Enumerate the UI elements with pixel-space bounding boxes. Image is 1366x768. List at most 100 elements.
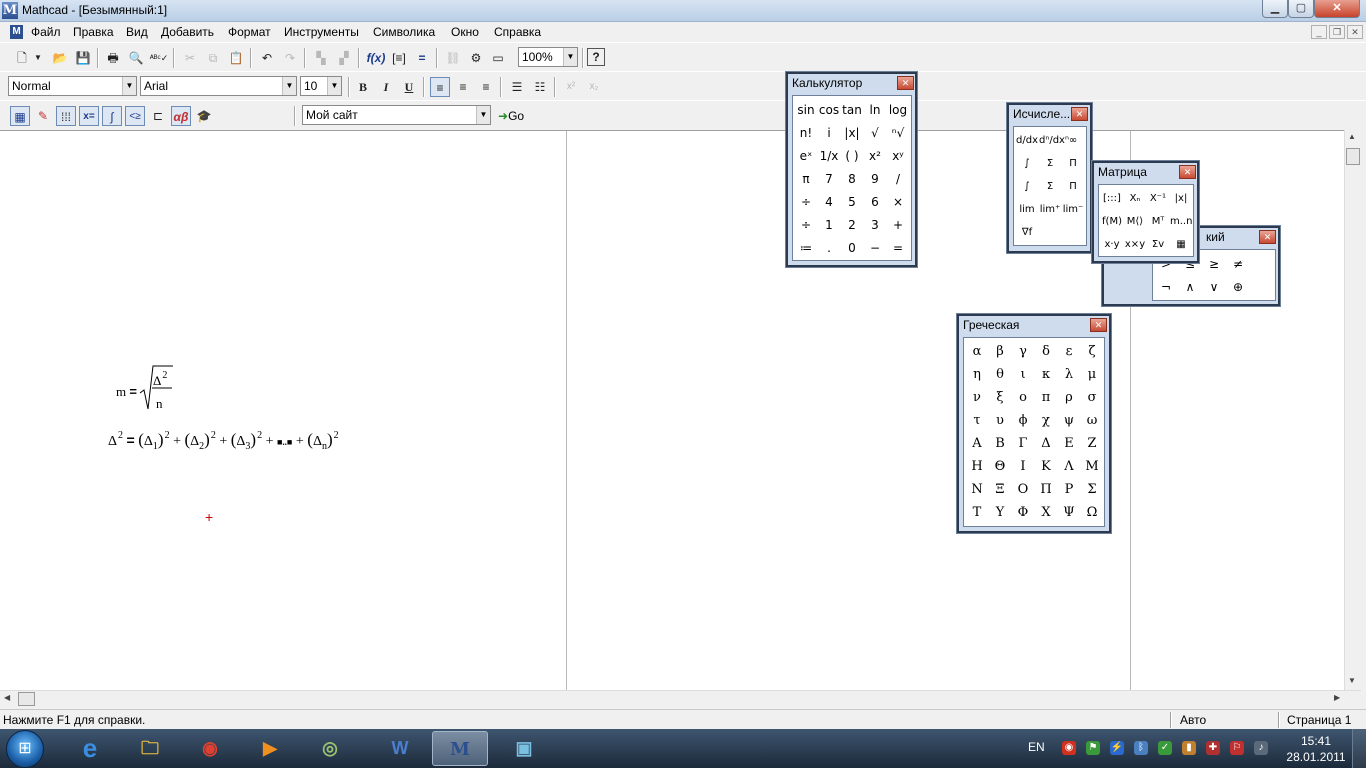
greek-letter-button[interactable]: Υ — [989, 502, 1011, 524]
calculator-button[interactable]: ⁿ√ — [887, 122, 909, 144]
greek-letter-button[interactable]: Ψ — [1058, 502, 1080, 524]
greek-letter-button[interactable]: χ — [1035, 410, 1057, 432]
calculator-button[interactable]: 8 — [841, 168, 863, 190]
greek-letter-button[interactable]: Κ — [1035, 456, 1057, 478]
explorer-folder-icon[interactable]: 🗀 — [122, 731, 178, 766]
system-clock[interactable]: 15:41 28.01.2011 — [1286, 733, 1346, 765]
boolean-close-icon[interactable]: ✕ — [1259, 230, 1276, 244]
greek-toolbar-icon[interactable]: αβ — [171, 106, 191, 126]
calculator-button[interactable]: 1 — [818, 214, 840, 236]
tray-opera-icon[interactable]: ◉ — [1062, 741, 1076, 755]
menu-file[interactable]: Файл — [31, 25, 61, 39]
greek-letter-button[interactable]: Ι — [1012, 456, 1034, 478]
greek-letter-button[interactable]: Θ — [989, 456, 1011, 478]
programming-toolbar-icon[interactable]: ⊏ — [148, 106, 168, 126]
greek-letter-button[interactable]: Λ — [1058, 456, 1080, 478]
greek-letter-button[interactable]: β — [989, 341, 1011, 363]
greek-letter-button[interactable]: θ — [989, 364, 1011, 386]
calculator-button[interactable]: ≔ — [795, 237, 817, 259]
tray-battery-icon[interactable]: ▮ — [1182, 741, 1196, 755]
eye-app-icon[interactable]: ◎ — [302, 731, 358, 766]
calculus-button[interactable]: lim⁺ — [1039, 199, 1061, 221]
greek-letter-button[interactable]: Ο — [1012, 479, 1034, 501]
greek-close-icon[interactable]: ✕ — [1090, 318, 1107, 332]
go-button[interactable]: ➜Go — [498, 106, 524, 126]
scroll-down-icon[interactable]: ▼ — [1348, 676, 1356, 685]
greek-letter-button[interactable]: δ — [1035, 341, 1057, 363]
matrix-button[interactable]: |x| — [1170, 188, 1192, 210]
matrix-button[interactable]: M⟨⟩ — [1124, 211, 1146, 233]
document-icon[interactable]: M — [10, 25, 23, 39]
calculator-button[interactable]: 7 — [818, 168, 840, 190]
matrix-button[interactable]: [:::] — [1101, 188, 1123, 210]
underline-button[interactable]: U — [399, 77, 419, 97]
calculator-button[interactable]: − — [864, 237, 886, 259]
matrix-button[interactable]: Xₙ — [1124, 188, 1146, 210]
equation-delta-sum[interactable]: Δ2 = (Δ1)2 + (Δ2)2 + (Δ3)2 + ■..■ + (Δn)… — [108, 430, 339, 452]
boolean-button[interactable]: ¬ — [1155, 276, 1177, 298]
doc-close-icon[interactable]: ✕ — [1347, 25, 1363, 39]
horizontal-scroll-thumb[interactable] — [18, 692, 35, 706]
insert-unit-icon[interactable]: [≡] — [389, 48, 409, 68]
calculator-button[interactable]: 6 — [864, 191, 886, 213]
print-preview-icon[interactable]: 🔍 — [126, 48, 146, 68]
minimize-button[interactable]: ▁ — [1262, 0, 1288, 18]
calculator-button[interactable]: + — [887, 214, 909, 236]
boolean-button[interactable]: ≥ — [1203, 253, 1225, 275]
tray-safe-remove-icon[interactable]: ✓ — [1158, 741, 1172, 755]
new-dropdown-icon[interactable]: ▼ — [32, 48, 44, 68]
greek-letter-button[interactable]: ϕ — [1012, 410, 1034, 432]
calculator-button[interactable]: xʸ — [887, 145, 909, 167]
calculus-button[interactable]: ∇f — [1016, 222, 1038, 244]
greek-letter-button[interactable]: Η — [966, 456, 988, 478]
greek-letter-button[interactable]: λ — [1058, 364, 1080, 386]
copy-icon[interactable]: ⧉ — [203, 48, 223, 68]
cut-icon[interactable]: ✂ — [180, 48, 200, 68]
calculator-button[interactable]: log — [887, 99, 909, 121]
matrix-button[interactable]: Mᵀ — [1147, 211, 1169, 233]
greek-letter-button[interactable]: Φ — [1012, 502, 1034, 524]
boolean-button[interactable]: ∧ — [1179, 276, 1201, 298]
numbering-icon[interactable]: ☷ — [530, 77, 550, 97]
font-select[interactable]: Arial ▼ — [140, 76, 297, 96]
opera-icon[interactable]: ◉ — [182, 731, 238, 766]
insert-component-icon[interactable]: ⚙ — [466, 48, 486, 68]
insert-function-icon[interactable]: f(x) — [366, 48, 386, 68]
menu-tools[interactable]: Инструменты — [284, 25, 359, 39]
print-icon[interactable]: 🖶 — [103, 48, 123, 68]
bullets-icon[interactable]: ☰ — [507, 77, 527, 97]
calculator-close-icon[interactable]: ✕ — [897, 76, 914, 90]
save-icon[interactable]: 💾 — [73, 48, 93, 68]
insert-hyperlink-icon[interactable]: ⛓ — [443, 48, 463, 68]
menu-view[interactable]: Вид — [126, 25, 148, 39]
calculator-button[interactable]: 2 — [841, 214, 863, 236]
font-size-select[interactable]: 10 ▼ — [300, 76, 342, 96]
calculus-button[interactable]: d/dx — [1016, 130, 1038, 152]
calculus-button[interactable]: ∞ — [1062, 130, 1084, 152]
greek-letter-button[interactable]: Ξ — [989, 479, 1011, 501]
align-down-icon[interactable]: ▞ — [334, 48, 354, 68]
calculator-button[interactable]: ÷ — [795, 214, 817, 236]
greek-letter-button[interactable]: Ν — [966, 479, 988, 501]
vertical-scroll-thumb[interactable] — [1346, 148, 1360, 165]
boolean-toolbar-icon[interactable]: <≥ — [125, 106, 145, 126]
calculate-icon[interactable]: = — [412, 48, 432, 68]
calculator-button[interactable]: 0 — [841, 237, 863, 259]
redo-icon[interactable]: ↷ — [280, 48, 300, 68]
menu-window[interactable]: Окно — [451, 25, 479, 39]
close-button[interactable]: ✕ — [1314, 0, 1360, 18]
calculus-button[interactable]: dⁿ/dxⁿ — [1039, 130, 1069, 152]
calculator-button[interactable]: π — [795, 168, 817, 190]
symbolic-toolbar-icon[interactable]: 🎓 — [194, 106, 214, 126]
style-select[interactable]: Normal ▼ — [8, 76, 137, 96]
calculator-toolbar-icon[interactable]: ▦ — [10, 106, 30, 126]
evaluation-toolbar-icon[interactable]: x= — [79, 106, 99, 126]
internet-explorer-icon[interactable]: e — [62, 731, 118, 766]
greek-letter-button[interactable]: Μ — [1081, 456, 1103, 478]
greek-letter-button[interactable]: Τ — [966, 502, 988, 524]
resources-site-select[interactable]: Мой сайт ▼ — [302, 105, 491, 125]
calculator-button[interactable]: sin — [795, 99, 817, 121]
calculator-button[interactable]: × — [887, 191, 909, 213]
mathcad-taskbar-icon[interactable]: M — [432, 731, 488, 766]
greek-letter-button[interactable]: ι — [1012, 364, 1034, 386]
